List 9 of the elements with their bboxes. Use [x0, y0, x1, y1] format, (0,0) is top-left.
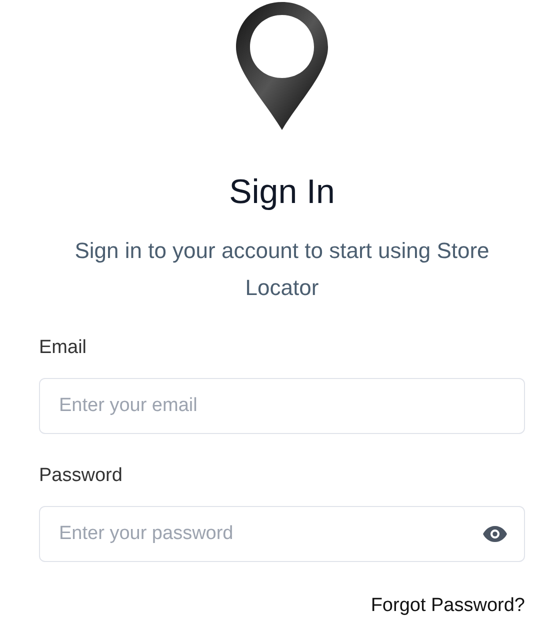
subtitle: Sign in to your account to start using Store Locator: [74, 237, 490, 302]
show-password-icon[interactable]: [483, 526, 507, 542]
password-field[interactable]: Enter your password: [39, 506, 525, 562]
map-pin-icon: [234, 0, 330, 132]
forgot-password-link[interactable]: Forgot Password?: [370, 594, 525, 618]
page-title: Sign In: [228, 172, 336, 212]
email-field[interactable]: Enter your email: [39, 378, 525, 434]
field-label: Email: [39, 336, 87, 360]
field-label: Password: [39, 464, 122, 488]
